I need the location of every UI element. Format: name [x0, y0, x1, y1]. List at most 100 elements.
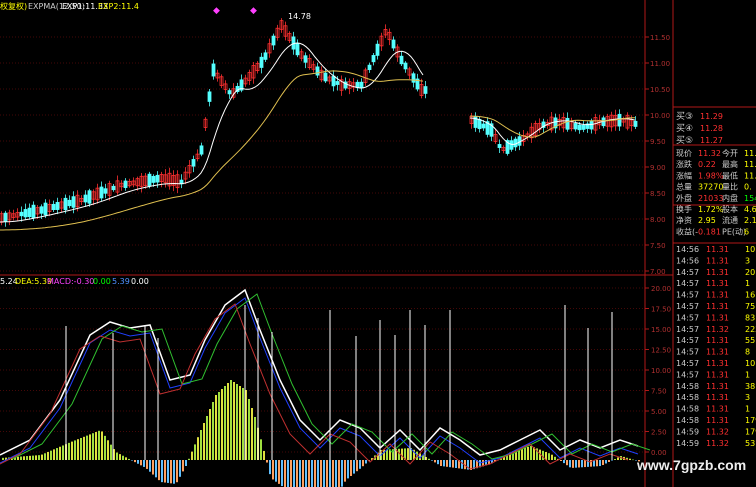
macd-bar [236, 384, 238, 460]
quote-label: 换手 [676, 204, 692, 214]
macd-bar [122, 455, 124, 460]
candle-body [51, 203, 56, 211]
macd-bar [440, 460, 442, 466]
trade-price: 11.32 [706, 325, 729, 334]
trade-volume: 223 [745, 325, 756, 334]
quote-value: 6 [744, 227, 749, 236]
macd-bar [146, 460, 148, 469]
macd-bar [209, 409, 211, 460]
price-tick-label: 10.50 [650, 86, 670, 94]
macd-bar [89, 434, 91, 460]
order-book-label: 买⑤ [676, 135, 693, 146]
macd-bar [248, 399, 250, 460]
macd-bar [569, 460, 571, 468]
macd-bar [452, 460, 454, 468]
macd-bar [278, 460, 280, 484]
macd-bar [227, 383, 229, 460]
macd-bar [26, 456, 28, 460]
macd-bar [23, 456, 25, 460]
price-tick-label: 8.00 [650, 216, 666, 224]
macd-bar [116, 452, 118, 460]
indicator-tick-label: 15.00 [651, 326, 671, 334]
macd-bar [401, 448, 403, 460]
macd-bar [104, 435, 106, 460]
macd-bar [407, 448, 409, 460]
macd-bar [254, 417, 256, 460]
macd-bar [449, 460, 451, 468]
macd-bar [302, 460, 304, 487]
macd-bar [572, 460, 574, 468]
candle-body [199, 145, 204, 155]
trade-time: 14:59 [676, 439, 699, 448]
candle-body [573, 123, 578, 130]
quote-value: 1.98% [698, 171, 724, 180]
trade-volume: 3 [745, 256, 750, 265]
macd-bar [332, 460, 334, 487]
trade-time: 14:58 [676, 393, 699, 402]
macd-bar [233, 382, 235, 460]
quote-label: 最高 [722, 159, 738, 169]
quote-value: 37270 [698, 183, 723, 192]
macd-bar [134, 460, 136, 463]
watermark: www.7gpzb.com [637, 457, 747, 473]
quote-label: 外盘 [676, 193, 692, 203]
candle-body [19, 211, 24, 217]
quote-value: 154 [744, 194, 756, 203]
candle-body [367, 64, 372, 71]
exp1-line [0, 42, 424, 223]
trade-price: 11.31 [706, 245, 729, 254]
candle-body [375, 43, 380, 56]
candle-body [481, 123, 486, 129]
trade-volume: 10 [745, 245, 755, 254]
macd-bar [563, 460, 565, 464]
macd-bar [341, 460, 343, 487]
indicator-gridlines [0, 287, 645, 453]
quote-value: 21033 [698, 194, 723, 203]
macd-bar [269, 460, 271, 475]
quote-value: 4.6 [744, 205, 756, 214]
candle-body [103, 188, 108, 194]
quote-value: 2.95 [698, 216, 716, 225]
quote-label: 股本 [722, 204, 738, 214]
macd-bar [50, 450, 52, 460]
macd-bar [221, 389, 223, 460]
macd-bar [140, 460, 142, 466]
trade-price: 11.31 [706, 336, 729, 345]
macd-bar [194, 444, 196, 460]
macd-bar [185, 460, 187, 466]
candlesticks[interactable] [0, 18, 638, 227]
trade-time: 14:57 [676, 291, 699, 300]
macd-bar [431, 460, 433, 461]
trade-volume: 55 [745, 336, 755, 345]
macd-bar [203, 423, 205, 460]
macd-bar [110, 444, 112, 460]
macd-bar [320, 460, 322, 487]
stock-chart[interactable]: ◆ ◆ 14.78 权复权) EXPMA(12,50) EXP1:11.33 E… [0, 0, 756, 487]
trade-volume: 38 [745, 382, 755, 391]
macd-bar [554, 456, 556, 460]
macd-bar [62, 445, 64, 460]
macd-lines [0, 288, 651, 470]
quote-value: 0. [744, 183, 752, 192]
quote-label: 涨幅 [676, 170, 692, 180]
macd-bar [17, 456, 19, 460]
macd-bar [107, 440, 109, 460]
order-book-label: 买④ [676, 123, 693, 134]
macd-bar [158, 460, 160, 481]
quote-label: 收益(- [676, 226, 698, 236]
header-prefix: 权复权) [0, 1, 27, 11]
macd-bar [170, 460, 172, 484]
macd-bar [428, 458, 430, 460]
trade-price: 11.31 [706, 393, 729, 402]
quote-label: PE(动) [722, 226, 746, 236]
macd-bar [281, 460, 283, 487]
trade-volume: 20 [745, 268, 755, 277]
quote-value: 11. [744, 171, 756, 180]
macd-bar [293, 460, 295, 487]
macd-bar [323, 460, 325, 487]
quote-value: 0.22 [698, 160, 716, 169]
macd-bar [542, 450, 544, 460]
macd-bar [95, 432, 97, 460]
macd-bar [617, 457, 619, 460]
order-book-price: 11.28 [700, 124, 723, 133]
